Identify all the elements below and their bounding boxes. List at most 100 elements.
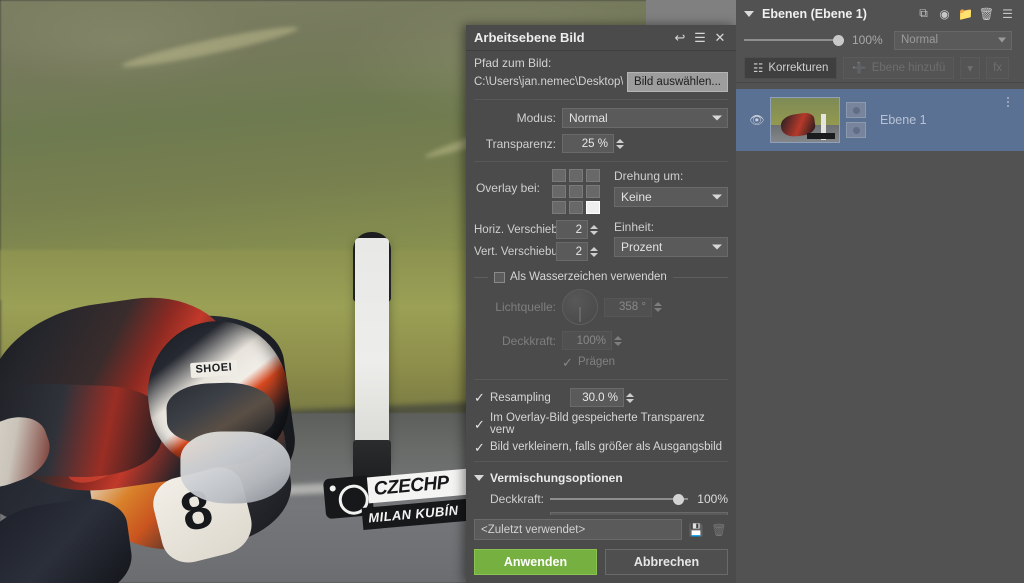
mode-label: Modus: <box>516 111 556 125</box>
mode-select[interactable]: Normal <box>562 108 728 128</box>
mode-row: Modus: Normal <box>466 105 736 131</box>
unit-select[interactable]: Prozent <box>614 237 728 257</box>
overlay-cell-3[interactable] <box>552 185 566 198</box>
divider <box>474 99 728 100</box>
preset-select[interactable]: <Zuletzt verwendet> <box>474 519 682 540</box>
dialog-footer: <Zuletzt verwendet> 💾 🗑 Anwenden Abbrech… <box>466 515 736 583</box>
eye-icon[interactable]: 👁 <box>744 113 770 127</box>
layers-panel-header: Ebenen (Ebene 1) ⧉ ◉ 📁 🗑 ☰ <box>736 0 1024 27</box>
emboss-checkbox[interactable]: Prägen <box>562 356 615 368</box>
cancel-button[interactable]: Abbrechen <box>605 549 728 575</box>
blend-opacity-row: Deckkraft: 100% <box>466 489 736 509</box>
slider-knob[interactable] <box>833 34 844 46</box>
close-icon[interactable]: ✕ <box>710 28 730 48</box>
dialog-titlebar: Arbeitsebene Bild ↩ ☰ ✕ <box>466 25 736 51</box>
choose-image-button[interactable]: Bild auswählen... <box>627 72 728 92</box>
layers-panel: Ebenen (Ebene 1) ⧉ ◉ 📁 🗑 ☰ 100% Normal ☷… <box>736 0 1024 583</box>
layers-list: 👁 Ebene 1 <box>736 83 1024 151</box>
watermark-options-group: Lichtquelle: 358 ° Deckkraft: 100% ✓ Prä… <box>466 283 736 371</box>
layer-effects-icon[interactable] <box>846 122 866 138</box>
add-layer-button[interactable]: ➕ Ebene hinzufü <box>843 56 955 79</box>
menu-icon[interactable]: ☰ <box>690 28 710 48</box>
emboss-checkbox-label: Prägen <box>578 356 616 368</box>
chevron-down-icon <box>474 475 484 481</box>
resampling-checkbox[interactable]: Resampling <box>474 392 570 404</box>
undo-icon[interactable]: ↩ <box>670 28 690 48</box>
delete-layer-icon[interactable]: 🗑 <box>976 3 997 24</box>
blend-options-title: Vermischungsoptionen <box>490 471 623 485</box>
overlay-position-grid[interactable] <box>552 169 600 214</box>
apply-button[interactable]: Anwenden <box>474 549 597 575</box>
resampling-input[interactable]: 30.0 % <box>570 388 624 407</box>
wm-opacity-stepper[interactable] <box>614 335 622 347</box>
layer-thumbnail[interactable] <box>770 97 840 143</box>
overlay-cell-8[interactable] <box>586 201 600 214</box>
overlay-cell-0[interactable] <box>552 169 566 182</box>
slider-track <box>744 39 844 41</box>
h-offset-label: Horiz. Verschieb... <box>474 223 556 236</box>
watermark-checkbox[interactable]: Als Wasserzeichen verwenden <box>494 271 667 283</box>
blend-options-header[interactable]: Vermischungsoptionen <box>466 467 736 489</box>
chevron-down-icon: ▾ <box>967 62 974 75</box>
mode-value: Normal <box>569 111 608 125</box>
new-group-icon[interactable]: 📁 <box>955 3 976 24</box>
lightsource-input[interactable]: 358 ° <box>604 297 652 317</box>
h-offset-stepper[interactable] <box>590 224 598 236</box>
rotation-label: Drehung um: <box>614 169 684 183</box>
overlay-position-label: Overlay bei: <box>475 181 540 195</box>
path-value: C:\Users\jan.nemec\Desktop\... <box>474 76 624 88</box>
layer-blend-mode-select[interactable]: Normal <box>894 30 1012 50</box>
checkbox-box <box>494 271 505 283</box>
transparency-input[interactable]: 25 % <box>562 134 614 153</box>
v-offset-stepper[interactable] <box>590 246 598 258</box>
wm-opacity-input[interactable]: 100% <box>562 331 612 350</box>
panel-menu-icon[interactable]: ☰ <box>997 3 1018 24</box>
duplicate-layer-icon[interactable]: ⧉ <box>913 3 934 24</box>
layer-menu-icon[interactable] <box>1000 97 1016 107</box>
layer-name[interactable]: Ebene 1 <box>866 113 1000 127</box>
layers-panel-title: Ebenen (Ebene 1) <box>762 6 867 21</box>
slider-track <box>550 498 688 500</box>
trash-icon[interactable]: 🗑 <box>710 521 728 539</box>
layer-mask-icon[interactable]: ◉ <box>934 3 955 24</box>
checkbox-box <box>474 442 485 453</box>
chevron-down-icon <box>712 244 722 250</box>
application-window: SHOEI CZECHP MILAN KUBÍN Arbeitsebene Bi… <box>0 0 1024 583</box>
overlay-cell-2[interactable] <box>586 169 600 182</box>
lightsource-dial[interactable] <box>562 289 598 325</box>
slider-knob[interactable] <box>673 493 684 505</box>
blend-opacity-slider[interactable] <box>550 492 688 506</box>
watermark-line-1: CZECHP <box>373 472 450 500</box>
unit-label: Einheit: <box>614 220 655 234</box>
blend-mode-select[interactable]: Normal <box>550 512 728 515</box>
rotation-select[interactable]: Keine <box>614 187 728 207</box>
layer-mask-icon[interactable] <box>846 102 866 118</box>
layer-opacity-row: 100% Normal <box>736 27 1024 53</box>
plus-icon: ➕ <box>852 62 867 75</box>
v-offset-input[interactable]: 2 <box>556 242 588 261</box>
overlay-cell-6[interactable] <box>552 201 566 214</box>
toolbar-strip <box>646 0 736 25</box>
image-path-section: Pfad zum Bild: C:\Users\jan.nemec\Deskto… <box>466 51 736 94</box>
overlay-cell-5[interactable] <box>586 185 600 198</box>
lightsource-stepper[interactable] <box>654 301 662 313</box>
overlay-cell-1[interactable] <box>569 169 583 182</box>
stored-transparency-checkbox[interactable]: Im Overlay-Bild gespeicherte Transparenz… <box>474 412 728 436</box>
overlay-cell-7[interactable] <box>569 201 583 214</box>
resampling-stepper[interactable] <box>626 392 634 404</box>
layer-attribute-icons <box>846 102 866 138</box>
collapse-icon[interactable] <box>744 10 754 17</box>
divider <box>672 276 728 278</box>
corrections-button[interactable]: ☷ Korrekturen <box>744 56 838 79</box>
h-offset-input[interactable]: 2 <box>556 220 588 239</box>
layer-opacity-slider[interactable] <box>744 33 844 47</box>
save-icon[interactable]: 💾 <box>687 521 705 539</box>
add-layer-dropdown[interactable]: ▾ <box>960 56 981 79</box>
shrink-image-checkbox[interactable]: Bild verkleinern, falls größer als Ausga… <box>474 441 722 453</box>
unit-value: Prozent <box>621 240 663 254</box>
overlay-cell-4[interactable] <box>569 185 583 198</box>
layer-row[interactable]: 👁 Ebene 1 <box>736 89 1024 151</box>
transparency-stepper[interactable] <box>616 138 624 150</box>
lightsource-label: Lichtquelle: <box>495 300 556 314</box>
fx-button[interactable]: fx <box>986 56 1010 79</box>
